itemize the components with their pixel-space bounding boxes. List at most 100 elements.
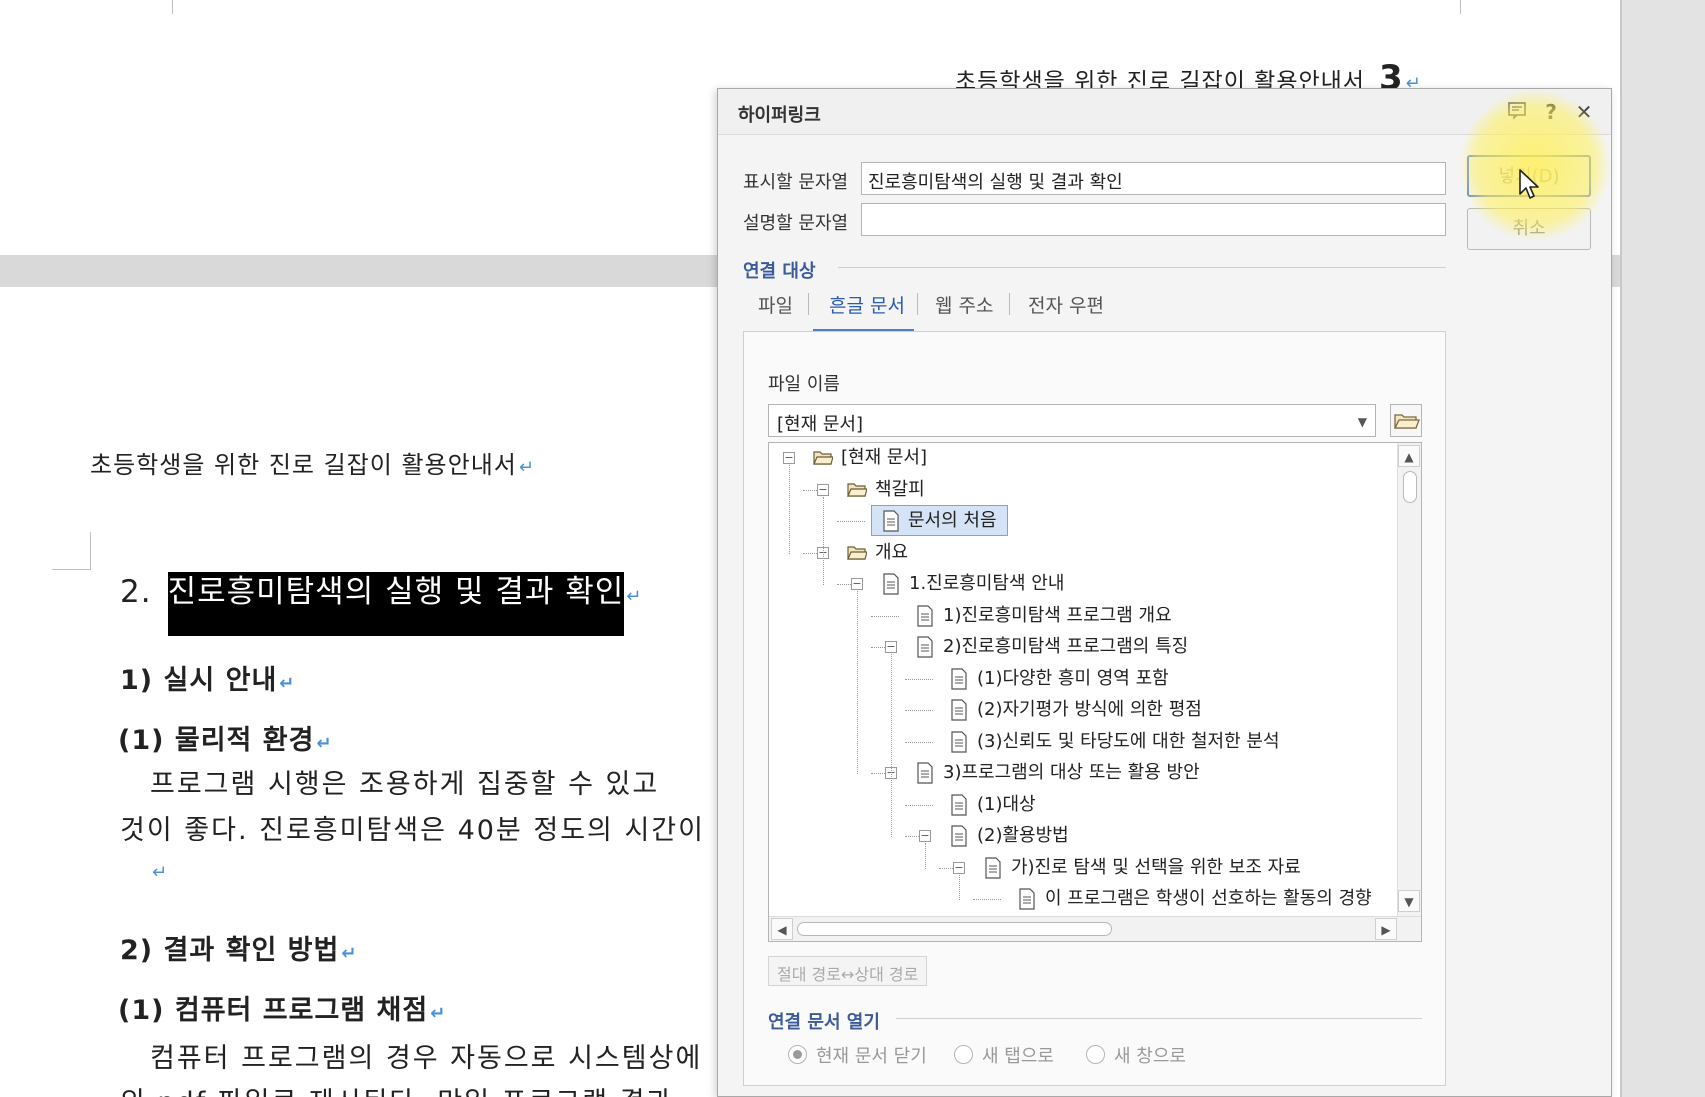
tab-file[interactable]: 파일 xyxy=(758,291,793,318)
collapse-icon[interactable]: − xyxy=(885,641,897,653)
empty-paragraph[interactable]: ↵ xyxy=(150,862,167,883)
tree-item[interactable]: (2)자기평가 방식에 의한 평점 xyxy=(769,695,1397,725)
tree-item[interactable]: − (2)활용방법 xyxy=(769,821,1397,851)
body-line[interactable]: 의 pdf 파일로 제시된다. 만일 프로그램 결과 xyxy=(120,1080,673,1097)
tree-vertical-scrollbar[interactable]: ▲ ▼ xyxy=(1397,443,1421,916)
document-gutter xyxy=(1620,0,1705,1097)
cancel-button[interactable]: 취소 xyxy=(1467,208,1591,250)
radio-button[interactable] xyxy=(1086,1045,1105,1064)
tree-item[interactable]: − 가)진로 탐색 및 선택을 위한 보조 자료 xyxy=(769,853,1397,883)
chevron-down-icon[interactable]: ▼ xyxy=(1358,415,1367,429)
folder-open-icon xyxy=(847,482,867,497)
section-divider xyxy=(896,1018,1422,1019)
body-line[interactable]: 것이 좋다. 진로흥미탐색은 40분 정도의 시간이 xyxy=(120,808,705,847)
tree-item[interactable]: −3)프로그램의 대상 또는 활용 방안 xyxy=(769,758,1397,788)
subheading-text: (1) 컴퓨터 프로그램 채점 xyxy=(118,995,429,1026)
collapse-icon[interactable]: − xyxy=(953,861,965,874)
tree-item[interactable]: − 1.진로흥미탐색 안내 xyxy=(769,569,1397,599)
tree-item[interactable]: − 2)진로흥미탐색 프로그램의 특징 xyxy=(769,632,1397,662)
scroll-right-icon[interactable]: ▶ xyxy=(1375,918,1397,940)
collapse-icon[interactable]: − xyxy=(817,483,829,496)
tree-item[interactable]: (3)신뢰도 및 타당도에 대한 철저한 분석 xyxy=(769,727,1397,757)
body-line[interactable]: 컴퓨터 프로그램의 경우 자동으로 시스템상에 xyxy=(150,1036,702,1075)
crop-mark xyxy=(1460,0,1461,14)
subheading-2-1[interactable]: (1) 컴퓨터 프로그램 채점 ↵ xyxy=(118,988,446,1027)
subheading-1-1[interactable]: (1) 물리적 환경 ↵ xyxy=(118,718,333,757)
scroll-left-icon[interactable]: ◀ xyxy=(771,918,793,940)
radio-button[interactable] xyxy=(954,1045,973,1064)
tree-horizontal-scrollbar[interactable]: ◀ ▶ xyxy=(769,916,1421,941)
paragraph-mark: ↵ xyxy=(518,457,535,478)
tree-guide-line xyxy=(823,496,824,585)
tree-guide-line xyxy=(905,836,919,837)
paragraph-mark: ↵ xyxy=(341,943,358,964)
paragraph-mark: ↵ xyxy=(152,862,168,883)
tree-item-label: 개요 xyxy=(875,541,909,563)
tree-guide-line xyxy=(803,552,817,554)
link-target-section-title: 연결 대상 xyxy=(743,261,816,282)
open-document-section-title: 연결 문서 열기 xyxy=(768,1012,880,1033)
section-heading[interactable]: 2. 진로흥미탐색의 실행 및 결과 확인 ↵ xyxy=(120,566,643,636)
tree-item[interactable]: − 개요 xyxy=(769,538,1397,568)
dialog-titlebar[interactable]: 하이퍼링크 ? ✕ xyxy=(718,89,1611,135)
tree-item[interactable]: (1)대상 xyxy=(769,790,1397,820)
scroll-down-icon[interactable]: ▼ xyxy=(1398,890,1420,912)
help-icon[interactable]: ? xyxy=(1538,99,1564,125)
collapse-icon[interactable]: − xyxy=(783,452,795,464)
running-header-text: 초등학생을 위한 진로 길잡이 활용안내서 xyxy=(90,451,517,479)
file-name-combobox[interactable]: [현재 문서] ▼ xyxy=(768,404,1376,437)
tree-guide-line xyxy=(939,867,953,869)
tree-guide-line xyxy=(891,654,892,837)
hyperlink-dialog[interactable]: 하이퍼링크 ? ✕ 표시할 문자열 진로흥미탐색의 실행 및 결과 확인 설명할… xyxy=(717,88,1612,1097)
crop-mark xyxy=(52,569,90,570)
subheading-text: (1) 물리적 환경 xyxy=(118,725,315,756)
tree-item[interactable]: − [현재 문서] xyxy=(769,443,1397,473)
close-icon[interactable]: ✕ xyxy=(1571,99,1597,125)
radio-button[interactable] xyxy=(788,1045,807,1064)
document-tree[interactable]: − [현재 문서] − 책갈피 문서의 처음 − 개요 −1.진로흥미탐색 안내 1)진로흥미탐… xyxy=(768,442,1422,942)
tree-item-label: 2)진로흥미탐색 프로그램의 특징 xyxy=(943,636,1189,657)
description-input[interactable] xyxy=(861,203,1446,236)
selected-heading-text[interactable]: 진로흥미탐색의 실행 및 결과 확인 xyxy=(167,572,625,636)
tree-guide-line xyxy=(871,773,885,774)
paragraph-mark: ↵ xyxy=(626,586,643,607)
open-folder-button[interactable] xyxy=(1390,404,1422,437)
scrollbar-thumb[interactable] xyxy=(797,922,1112,936)
document-icon xyxy=(951,793,967,816)
tab-web-address[interactable]: 웹 주소 xyxy=(935,291,993,318)
tab-separator xyxy=(917,293,918,315)
scroll-up-icon[interactable]: ▲ xyxy=(1398,445,1420,467)
tree-guide-line xyxy=(973,899,1001,900)
tree-guide-line xyxy=(871,615,899,617)
collapse-icon[interactable]: − xyxy=(851,578,863,590)
insert-button[interactable]: 넣기(D) xyxy=(1467,155,1591,197)
document-icon xyxy=(951,825,967,847)
tree-item[interactable]: − 책갈피 xyxy=(769,475,1397,505)
path-toggle-button[interactable]: 절대 경로↔상대 경로 xyxy=(768,956,928,986)
running-header[interactable]: 초등학생을 위한 진로 길잡이 활용안내서 ↵ xyxy=(90,445,535,480)
body-line[interactable]: 프로그램 시행은 조용하게 집중할 수 있고 xyxy=(150,762,659,801)
subheading-1[interactable]: 1) 실시 안내 ↵ xyxy=(120,658,295,697)
tree-item-label: (2)자기평가 방식에 의한 평점 xyxy=(977,699,1202,720)
file-name-value: [현재 문서] xyxy=(777,414,864,435)
memo-icon[interactable] xyxy=(1504,99,1530,125)
display-text-input[interactable]: 진로흥미탐색의 실행 및 결과 확인 xyxy=(861,162,1446,195)
scrollbar-thumb[interactable] xyxy=(1403,471,1417,503)
tree-item[interactable]: 1)진로흥미탐색 프로그램 개요 xyxy=(769,601,1397,631)
tab-hangul-document[interactable]: 흔글 문서 xyxy=(829,291,905,318)
tree-item-label: 1.진로흥미탐색 안내 xyxy=(909,573,1065,594)
tree-item[interactable]: 이 프로그램은 학생이 선호하는 활동의 경향 xyxy=(769,884,1397,914)
tab-separator xyxy=(808,293,809,315)
collapse-icon[interactable]: − xyxy=(919,830,931,842)
document-icon xyxy=(917,636,933,658)
paragraph-mark: ↵ xyxy=(316,733,333,754)
tab-email[interactable]: 전자 우편 xyxy=(1028,291,1104,318)
tree-item-label: 이 프로그램은 학생이 선호하는 활동의 경향 xyxy=(1045,888,1372,909)
tree-guide-line xyxy=(857,591,858,774)
tree-guide-line xyxy=(905,710,933,711)
tree-item-label: (3)신뢰도 및 타당도에 대한 철저한 분석 xyxy=(977,730,1280,752)
subheading-2[interactable]: 2) 결과 확인 방법 ↵ xyxy=(120,928,357,967)
document-icon xyxy=(917,604,933,627)
tree-guide-line xyxy=(905,678,933,680)
tree-item[interactable]: (1)다양한 흥미 영역 포함 xyxy=(769,664,1397,694)
